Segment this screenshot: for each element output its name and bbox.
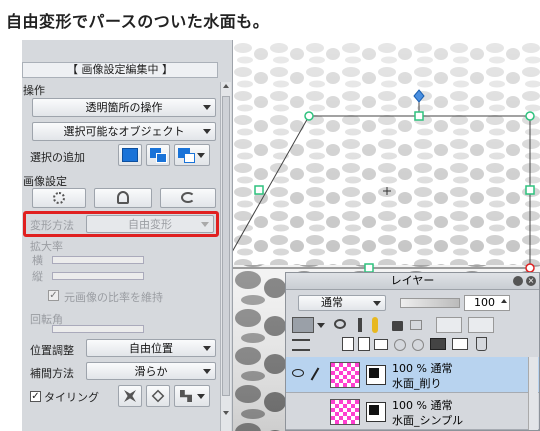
rotate-icon xyxy=(181,192,195,203)
layer-thumbnail xyxy=(330,362,360,388)
panel-scrollbar[interactable] xyxy=(220,82,231,431)
layer-scrollbar[interactable] xyxy=(528,357,538,430)
dotted-circle-icon xyxy=(53,192,65,204)
interpolation-label: 補間方法 xyxy=(30,367,74,380)
highlight-box xyxy=(23,211,219,237)
article-heading: 自由変形でパースのついた水面も。 xyxy=(6,12,270,31)
opacity-slider[interactable] xyxy=(400,298,460,308)
reset-transform-button[interactable] xyxy=(32,188,86,208)
keep-ratio-checkbox[interactable]: ✓ xyxy=(48,290,59,301)
lock-icon[interactable] xyxy=(392,321,403,331)
rotation-slider[interactable] xyxy=(52,325,144,333)
new-folder-icon[interactable] xyxy=(374,339,388,350)
layer-color-swatch[interactable] xyxy=(292,317,314,333)
layer-row-selected[interactable]: 100 % 通常 水面_削り xyxy=(286,357,539,393)
combine-down-icon[interactable] xyxy=(412,339,424,351)
reference-layer-icon[interactable] xyxy=(358,318,362,332)
transparent-ops-dropdown[interactable]: 透明箇所の操作 xyxy=(32,98,216,117)
height-slider[interactable] xyxy=(52,272,144,280)
tiling-mirror-button[interactable] xyxy=(146,385,170,407)
layer-panel-title: レイヤー × xyxy=(286,273,539,290)
tiling-mode-dropdown[interactable] xyxy=(174,385,210,407)
chevron-down-icon xyxy=(197,153,205,158)
interpolation-value: 滑らか xyxy=(134,365,168,378)
layer-info: 100 % 通常 xyxy=(392,362,453,375)
new-vector-layer-icon[interactable] xyxy=(358,337,370,351)
create-mask-icon[interactable] xyxy=(430,338,446,350)
chevron-down-icon xyxy=(203,105,211,110)
rotate-button[interactable] xyxy=(160,188,216,208)
height-label: 縦 xyxy=(32,270,43,283)
panel-title: 【 画像設定編集中 】 xyxy=(22,62,218,78)
layer-thumbnail xyxy=(330,399,360,425)
tool-property-panel: 【 画像設定編集中 】 操作 透明箇所の操作 選択可能なオブジェクト 選択の追加… xyxy=(22,40,233,431)
mask-enable-icon[interactable] xyxy=(436,317,462,333)
blend-mode-dropdown[interactable]: 通常 xyxy=(298,295,386,311)
chevron-down-icon xyxy=(197,394,205,399)
tile-mirror-icon xyxy=(151,389,165,403)
lock-transparency-icon[interactable] xyxy=(410,320,422,330)
section-operation: 操作 xyxy=(23,84,45,97)
layer-row[interactable]: 100 % 通常 水面_シンプル xyxy=(286,394,539,430)
scroll-thumb[interactable] xyxy=(222,96,230,396)
chevron-down-icon[interactable] xyxy=(317,323,325,328)
layer-mask-thumbnail xyxy=(366,365,386,385)
minimize-icon[interactable] xyxy=(513,276,523,286)
layer-name: 水面_シンプル xyxy=(392,414,464,427)
tile-mode-icon xyxy=(180,390,192,402)
layer-menu-icon[interactable] xyxy=(292,339,310,351)
keep-ratio-label: 元画像の比率を維持 xyxy=(64,291,163,304)
layer-mask-thumbnail xyxy=(366,402,386,422)
transfer-down-icon[interactable] xyxy=(394,339,406,351)
chevron-down-icon xyxy=(203,369,211,374)
tiling-repeat-button[interactable] xyxy=(118,385,142,407)
width-slider[interactable] xyxy=(52,256,144,264)
interpolation-dropdown[interactable]: 滑らか xyxy=(86,362,216,380)
layer-panel-title-text: レイヤー xyxy=(390,274,435,287)
chevron-down-icon xyxy=(373,301,381,306)
position-value: 自由位置 xyxy=(129,342,173,355)
position-dropdown[interactable]: 自由位置 xyxy=(86,339,216,357)
layer-panel: レイヤー × 通常 100 100 % 通常 水面_削り 100 % 通常 水面… xyxy=(285,272,540,431)
scroll-down-icon[interactable] xyxy=(223,411,229,415)
draft-layer-icon[interactable] xyxy=(372,317,378,333)
opacity-value: 100 xyxy=(474,296,495,309)
subtract-selection-button[interactable] xyxy=(174,144,210,166)
selectable-objects-label: 選択可能なオブジェクト xyxy=(63,125,185,138)
scroll-up-icon[interactable] xyxy=(223,84,229,88)
apply-mask-icon[interactable] xyxy=(452,338,468,350)
chevron-down-icon xyxy=(203,129,211,134)
close-icon[interactable]: × xyxy=(526,276,536,286)
selectable-objects-dropdown[interactable]: 選択可能なオブジェクト xyxy=(32,122,216,141)
app-screenshot: 【 画像設定編集中 】 操作 透明箇所の操作 選択可能なオブジェクト 選択の追加… xyxy=(22,40,540,431)
layer-name: 水面_削り xyxy=(392,377,442,390)
blend-mode-value: 通常 xyxy=(321,296,343,309)
tile-repeat-icon xyxy=(124,390,136,402)
tiling-label: タイリング xyxy=(44,391,99,404)
transparent-ops-label: 透明箇所の操作 xyxy=(85,101,163,114)
layer-info: 100 % 通常 xyxy=(392,399,453,412)
add-selection-button[interactable] xyxy=(146,144,170,166)
spinner-icon[interactable] xyxy=(501,299,507,303)
new-raster-layer-icon[interactable] xyxy=(342,337,354,351)
eye-icon[interactable] xyxy=(292,369,304,377)
new-selection-button[interactable] xyxy=(118,144,142,166)
clip-layer-icon[interactable] xyxy=(334,319,346,329)
mask-display-icon[interactable] xyxy=(468,317,494,333)
add-selection-label: 選択の追加 xyxy=(30,151,85,164)
flip-button[interactable] xyxy=(94,188,152,208)
flip-icon xyxy=(117,191,129,204)
pen-icon[interactable] xyxy=(310,367,320,381)
position-label: 位置調整 xyxy=(30,344,74,357)
opacity-input[interactable]: 100 xyxy=(464,295,510,311)
width-label: 横 xyxy=(32,254,43,267)
section-image-settings: 画像設定 xyxy=(23,175,67,188)
tiling-checkbox[interactable]: ✓ xyxy=(30,391,41,402)
chevron-down-icon xyxy=(203,346,211,351)
delete-layer-icon[interactable] xyxy=(476,337,487,351)
new-selection-icon xyxy=(122,148,138,162)
